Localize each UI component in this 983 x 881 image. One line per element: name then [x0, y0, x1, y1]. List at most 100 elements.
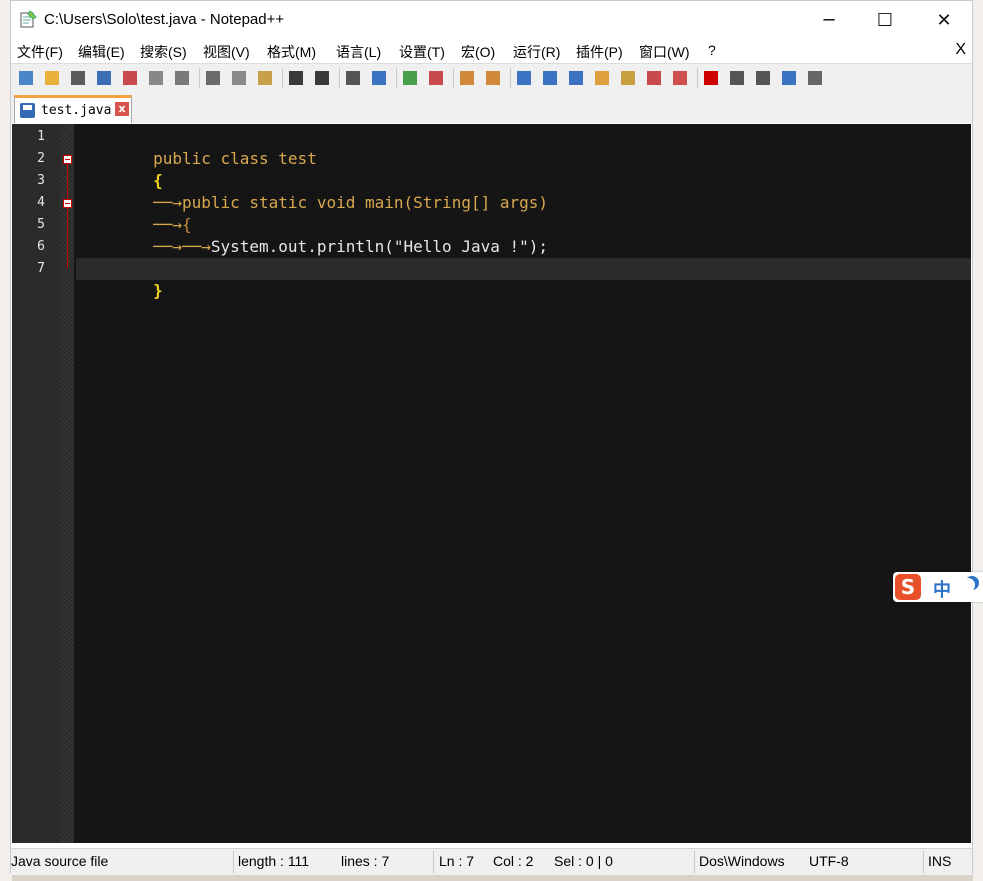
menu-help[interactable]: ?: [708, 42, 716, 58]
status-divider: [433, 851, 434, 873]
status-eol: Dos\Windows: [699, 853, 785, 869]
close-icon: ✕: [936, 9, 952, 31]
menu-macro[interactable]: 宏(O): [461, 42, 495, 62]
line-number: 5: [37, 217, 45, 232]
minimize-icon: ─: [823, 9, 835, 31]
toolbar-separator: [339, 68, 340, 88]
folder-workspace-icon[interactable]: [670, 68, 690, 88]
toolbar-separator: [199, 68, 200, 88]
line-number: 3: [37, 173, 45, 188]
play-macro-icon[interactable]: [753, 68, 773, 88]
fold-guide-line: [67, 164, 68, 268]
status-mode: INS: [928, 853, 952, 869]
status-lines: lines : 7: [341, 853, 390, 869]
menu-window[interactable]: 窗口(W): [639, 42, 690, 62]
minimize-button[interactable]: ─: [806, 1, 852, 39]
indent-guide-icon[interactable]: [566, 68, 586, 88]
title-bar: C:\Users\Solo\test.java - Notepad++ ─ ☐ …: [11, 1, 972, 39]
tab-close-button[interactable]: x: [115, 102, 129, 116]
moon-icon[interactable]: [961, 578, 975, 592]
close-window-button[interactable]: ✕: [921, 1, 967, 39]
save-all-icon[interactable]: [94, 68, 114, 88]
ime-mode-label[interactable]: 中: [933, 576, 951, 602]
code-line-6: ──→}: [76, 236, 971, 278]
function-list-icon[interactable]: [644, 68, 664, 88]
menu-language[interactable]: 语言(L): [336, 42, 381, 62]
run-macro-multiple-icon[interactable]: [779, 68, 799, 88]
find-icon[interactable]: [343, 68, 363, 88]
stop-record-icon[interactable]: [727, 68, 747, 88]
line-number-gutter: 1 2 3 4 5 6 7: [12, 124, 60, 843]
toolbar: [11, 63, 972, 93]
print-icon[interactable]: [172, 68, 192, 88]
redo-icon[interactable]: [312, 68, 332, 88]
status-ln: Ln : 7: [439, 853, 475, 869]
fold-collapse-icon[interactable]: [63, 155, 72, 164]
menu-file[interactable]: 文件(F): [17, 42, 63, 62]
doc-map-icon[interactable]: [618, 68, 638, 88]
close-document-button[interactable]: X: [955, 41, 966, 59]
sogou-logo-icon: S: [895, 574, 921, 600]
word-wrap-icon[interactable]: [514, 68, 534, 88]
toolbar-separator: [697, 68, 698, 88]
notepadpp-app-icon: [20, 10, 37, 28]
zoom-out-icon[interactable]: [426, 68, 446, 88]
close-icon[interactable]: [120, 68, 140, 88]
zoom-in-icon[interactable]: [400, 68, 420, 88]
tab-label: test.java: [41, 103, 112, 118]
show-all-chars-icon[interactable]: [540, 68, 560, 88]
save-icon[interactable]: [68, 68, 88, 88]
code-area[interactable]: public class test { ──→public static voi…: [74, 124, 971, 843]
editor[interactable]: 1 2 3 4 5 6 7 public class test { ──→pub…: [12, 124, 971, 843]
code-line-4: ──→{: [76, 192, 971, 234]
paste-icon[interactable]: [255, 68, 275, 88]
open-file-icon[interactable]: [42, 68, 62, 88]
code-line-1: public class test: [76, 126, 971, 168]
replace-icon[interactable]: [369, 68, 389, 88]
new-file-icon[interactable]: [16, 68, 36, 88]
menu-format[interactable]: 格式(M): [267, 42, 316, 62]
toolbar-separator: [510, 68, 511, 88]
save-macro-icon[interactable]: [805, 68, 825, 88]
undo-icon[interactable]: [286, 68, 306, 88]
fold-collapse-icon[interactable]: [63, 199, 72, 208]
sync-horizontal-icon[interactable]: [483, 68, 503, 88]
status-length: length : 111: [238, 853, 310, 869]
menu-run[interactable]: 运行(R): [513, 42, 560, 62]
menu-plugins[interactable]: 插件(P): [576, 42, 623, 62]
cut-icon[interactable]: [203, 68, 223, 88]
line-number: 2: [37, 151, 45, 166]
close-all-icon[interactable]: [146, 68, 166, 88]
notepadpp-window: C:\Users\Solo\test.java - Notepad++ ─ ☐ …: [10, 0, 973, 875]
copy-icon[interactable]: [229, 68, 249, 88]
record-macro-icon[interactable]: [701, 68, 721, 88]
ime-toolbar[interactable]: S 中: [893, 572, 983, 602]
line-number: 1: [37, 129, 45, 144]
status-file-type: Java source file: [11, 853, 109, 869]
menu-bar: 文件(F) 编辑(E) 搜索(S) 视图(V) 格式(M) 语言(L) 设置(T…: [11, 39, 972, 63]
menu-edit[interactable]: 编辑(E): [78, 42, 125, 62]
menu-view[interactable]: 视图(V): [203, 42, 250, 62]
maximize-button[interactable]: ☐: [862, 1, 908, 39]
toolbar-separator: [282, 68, 283, 88]
user-language-icon[interactable]: [592, 68, 612, 88]
tab-test-java[interactable]: test.java x: [14, 95, 132, 123]
status-sel: Sel : 0 | 0: [554, 853, 613, 869]
sync-vertical-icon[interactable]: [457, 68, 477, 88]
status-divider: [233, 851, 234, 873]
code-text: }: [153, 281, 163, 300]
status-divider: [923, 851, 924, 873]
code-line-7-current: }: [76, 258, 971, 300]
status-col: Col : 2: [493, 853, 534, 869]
maximize-icon: ☐: [876, 9, 894, 31]
code-line-5: ──→──→System.out.println("Hello Java !")…: [76, 214, 971, 256]
menu-search[interactable]: 搜索(S): [140, 42, 187, 62]
window-title: C:\Users\Solo\test.java - Notepad++: [44, 11, 285, 28]
status-encoding: UTF-8: [809, 853, 849, 869]
toolbar-separator: [453, 68, 454, 88]
code-line-2: {: [76, 148, 971, 190]
menu-settings[interactable]: 设置(T): [399, 42, 445, 62]
line-number: 7: [37, 261, 45, 276]
code-line-3: ──→public static void main(String[] args…: [76, 170, 971, 212]
tab-bar: test.java x: [11, 92, 972, 123]
